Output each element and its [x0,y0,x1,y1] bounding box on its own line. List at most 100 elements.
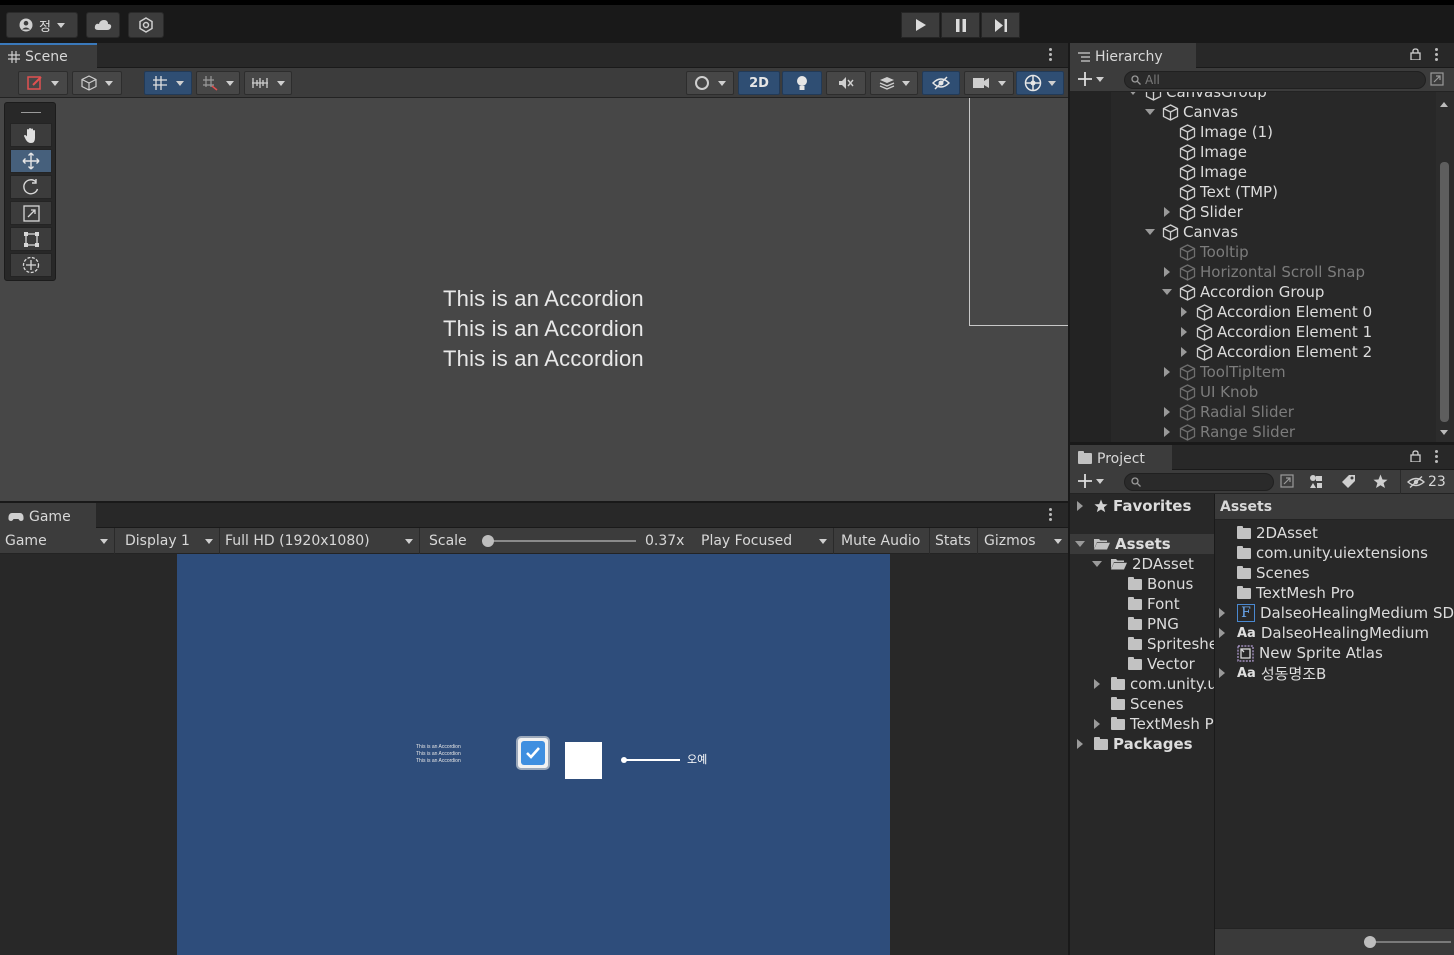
account-button[interactable]: 정 [6,12,78,38]
project-folder-item[interactable]: PNG [1128,614,1214,634]
hierarchy-scroll-thumb[interactable] [1440,162,1449,422]
collapsed-arrow-icon[interactable] [1094,679,1100,689]
collapsed-arrow-icon[interactable] [1077,739,1083,749]
effects-button[interactable] [870,71,918,95]
hierarchy-item[interactable]: Image [1179,162,1247,182]
hierarchy-add-button[interactable] [1078,72,1104,86]
collapsed-arrow-icon[interactable] [1164,267,1170,277]
tab-hierarchy[interactable]: Hierarchy [1070,43,1196,68]
collapsed-arrow-icon[interactable] [1219,628,1225,638]
game-menu-icon[interactable] [1049,508,1053,523]
hierarchy-item[interactable]: Image [1179,142,1247,162]
collapsed-arrow-icon[interactable] [1219,608,1225,618]
hierarchy-item[interactable]: Canvas [1145,102,1238,122]
pause-button[interactable] [941,12,980,38]
increment-snap-button[interactable] [196,71,240,95]
expanded-arrow-icon[interactable] [1128,92,1138,95]
scene-visibility-button[interactable] [922,71,960,95]
hidden-packages-toggle[interactable]: 23 [1400,470,1446,494]
lock-icon[interactable] [1410,48,1421,60]
scene-viewport[interactable]: This is an Accordion This is an Accordio… [0,98,1068,501]
hierarchy-item[interactable]: UI Knob [1179,382,1258,402]
cloud-button[interactable] [86,12,120,38]
scale-tool[interactable] [10,201,52,225]
expanded-arrow-icon[interactable] [1075,541,1085,547]
tab-game[interactable]: Game [0,503,96,528]
asset-item[interactable]: Aa DalseoHealingMedium [1237,623,1454,643]
project-folder-item[interactable]: com.unity.uiextensions [1111,674,1214,694]
rotate-tool[interactable] [10,175,52,199]
asset-item[interactable]: Aa 성동명조B [1237,663,1454,683]
expanded-arrow-icon[interactable] [1162,289,1172,295]
scene-camera-button[interactable] [686,71,734,95]
hierarchy-item[interactable]: Radial Slider [1164,402,1294,422]
game-view-mode-dropdown[interactable]: Game [0,528,115,554]
expanded-arrow-icon[interactable] [1145,229,1155,235]
expanded-arrow-icon[interactable] [1145,109,1155,115]
hierarchy-scrollbar[interactable] [1436,92,1454,442]
collapsed-arrow-icon[interactable] [1219,668,1225,678]
game-canvas[interactable]: This is an Accordion This is an Accordio… [177,554,890,955]
project-folder-item[interactable]: Packages [1094,734,1214,754]
toggle-2d-button[interactable]: 2D [738,71,780,95]
hierarchy-item[interactable]: Canvas [1145,222,1238,242]
display-dropdown[interactable]: Display 1 [120,528,220,554]
scroll-down-icon[interactable] [1440,430,1448,435]
render-mode-button[interactable] [72,71,122,95]
hierarchy-item[interactable]: Horizontal Scroll Snap [1164,262,1365,282]
transform-tool[interactable] [10,253,52,277]
project-menu-icon[interactable] [1435,450,1439,465]
hierarchy-item[interactable]: Accordion Group [1162,282,1324,302]
move-tool[interactable] [10,149,52,173]
collapsed-arrow-icon[interactable] [1077,501,1083,511]
asset-item[interactable]: F DalseoHealingMedium SDF [1237,603,1454,623]
scene-menu-icon[interactable] [1049,48,1053,63]
play-button[interactable] [901,12,940,38]
filter-type-icon[interactable] [1308,474,1324,490]
collapsed-arrow-icon[interactable] [1164,407,1170,417]
hierarchy-item[interactable]: Accordion Element 2 [1181,342,1372,362]
hierarchy-item[interactable]: CanvasGroup [1128,92,1267,102]
project-add-button[interactable] [1078,474,1104,488]
gizmos-dropdown[interactable]: Gizmos [979,528,1068,554]
stats-toggle[interactable]: Stats [930,528,978,554]
hierarchy-search-field[interactable]: All [1124,71,1426,89]
hierarchy-item[interactable]: Image (1) [1179,122,1273,142]
asset-item[interactable]: New Sprite Atlas [1237,643,1454,663]
palette-handle[interactable] [21,112,41,113]
search-expand-icon[interactable] [1430,72,1444,86]
gizmos-toggle-button[interactable] [1016,71,1064,95]
asset-item[interactable]: Scenes [1237,563,1454,583]
step-button[interactable] [981,12,1020,38]
draw-mode-button[interactable] [18,71,68,95]
project-folder-item[interactable]: TextMesh Pro [1111,714,1214,734]
hierarchy-item[interactable]: Accordion Element 0 [1181,302,1372,322]
hierarchy-item[interactable]: Slider [1164,202,1243,222]
hand-tool[interactable] [10,123,52,147]
assets-breadcrumb[interactable]: Assets [1215,494,1454,520]
hierarchy-item[interactable]: Tooltip [1179,242,1249,262]
scale-slider-track[interactable] [482,535,636,547]
ruler-button[interactable] [244,71,292,95]
hierarchy-menu-icon[interactable] [1435,48,1439,63]
resolution-dropdown[interactable]: Full HD (1920x1080) [220,528,420,554]
collab-button[interactable] [128,12,164,38]
grid-snap-button[interactable] [144,71,192,95]
hierarchy-item[interactable]: ToolTipItem [1164,362,1286,382]
tab-scene[interactable]: Scene [0,43,97,68]
project-folder-item[interactable]: Bonus [1128,574,1214,594]
project-folder-item[interactable]: 2DAsset [1111,554,1214,574]
project-folder-item[interactable]: Font [1128,594,1214,614]
project-folder-item[interactable]: Scenes [1111,694,1214,714]
collapsed-arrow-icon[interactable] [1164,427,1170,437]
hierarchy-item[interactable]: Accordion Element 1 [1181,322,1372,342]
collapsed-arrow-icon[interactable] [1164,367,1170,377]
play-mode-dropdown[interactable]: Play Focused [696,528,834,554]
lock-icon[interactable] [1410,450,1421,462]
collapsed-arrow-icon[interactable] [1164,207,1170,217]
tab-project[interactable]: Project [1070,445,1172,470]
collapsed-arrow-icon[interactable] [1094,719,1100,729]
toggle-checkbox[interactable] [516,736,550,770]
collapsed-arrow-icon[interactable] [1181,327,1187,337]
collapsed-arrow-icon[interactable] [1181,347,1187,357]
